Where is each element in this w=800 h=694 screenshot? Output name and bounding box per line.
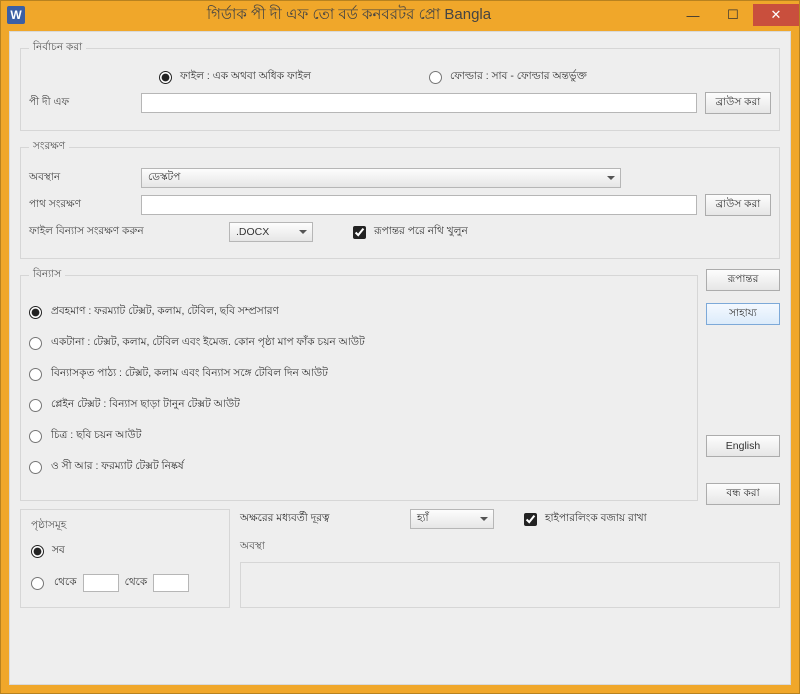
section-select-legend: নির্বাচন করা [29, 40, 86, 57]
pages-box: পৃষ্ঠাসমূহ সব থেকে থেকে [20, 509, 230, 608]
label-format: ফাইল বিন্যাস সংরক্ষণ করুন [29, 224, 229, 241]
status-box [240, 562, 780, 608]
pages-to-label: থেকে [125, 575, 148, 592]
status-label: অবস্থা [240, 539, 780, 556]
layout-continuous[interactable]: একটানা : টেক্সট, কলাম, টেবিল এবং ইমেজ. ক… [29, 335, 689, 352]
label-pdf: পী দী এফ [29, 95, 141, 112]
close-button[interactable]: বন্ধ করা [706, 483, 780, 505]
layout-formatted[interactable]: বিন্যাসকৃত পাঠ্য : টেক্সট, কলাম এবং বিন্… [29, 366, 689, 383]
char-spacing-select[interactable]: হ্যাঁ [410, 509, 494, 529]
convert-button[interactable]: রূপান্তর [706, 269, 780, 291]
english-button[interactable]: English [706, 435, 780, 457]
radio-file[interactable]: ফাইল : এক অথবা অধিক ফাইল [159, 69, 429, 86]
char-spacing-label: অক্ষরের মধ্যবর্তী দূরত্ব [240, 511, 410, 528]
location-select[interactable]: ডেস্কটপ [141, 168, 621, 188]
keep-hyperlinks-checkbox[interactable]: হাইপারলিংক বজায় রাখা [524, 511, 647, 528]
section-save: সংরক্ষণ অবস্থান ডেস্কটপ পাথ সংরক্ষণ ব্রা… [20, 139, 780, 259]
label-savepath: পাথ সংরক্ষণ [29, 197, 141, 214]
pages-all[interactable]: সব [31, 543, 219, 560]
browse-pdf-button[interactable]: ব্রাউস করা [705, 92, 771, 114]
format-select[interactable]: .DOCX [229, 222, 313, 242]
close-window-button[interactable]: ✕ [753, 4, 799, 26]
section-save-legend: সংরক্ষণ [29, 139, 69, 156]
layout-plain[interactable]: প্লেইন টেক্সট : বিন্যাস ছাড়া টানুন টেক্… [29, 397, 689, 414]
page-from-input[interactable] [83, 574, 119, 592]
radio-folder[interactable]: ফোল্ডার : সাব - ফোল্ডার অন্তর্ভুক্ত [429, 69, 587, 86]
minimize-button[interactable]: — [673, 4, 713, 26]
help-button[interactable]: সাহায্য [706, 303, 780, 325]
label-location: অবস্থান [29, 170, 141, 187]
section-layout-legend: বিন্যাস [29, 267, 65, 284]
layout-image[interactable]: চিত্র : ছবি চয়ন আউট [29, 428, 689, 445]
app-icon: W [7, 6, 25, 24]
section-select: নির্বাচন করা ফাইল : এক অথবা অধিক ফাইল ফো… [20, 40, 780, 131]
layout-flowing[interactable]: প্রবহমাণ : ফরম্যাট টেক্সট, কলাম, টেবিল, … [29, 304, 689, 321]
pages-legend: পৃষ্ঠাসমূহ [31, 518, 219, 535]
page-to-input[interactable] [153, 574, 189, 592]
maximize-button[interactable]: ☐ [713, 4, 753, 26]
titlebar: W গির্ডাক পী দী এফ তো বর্ড কনবরটর প্রো B… [1, 1, 799, 29]
section-layout: বিন্যাস প্রবহমাণ : ফরম্যাট টেক্সট, কলাম,… [20, 267, 698, 501]
browse-savepath-button[interactable]: ব্রাউস করা [705, 194, 771, 216]
pages-range[interactable]: থেকে থেকে [31, 574, 219, 592]
savepath-input[interactable] [141, 195, 697, 215]
pdf-path-input[interactable] [141, 93, 697, 113]
open-after-checkbox[interactable]: রূপান্তর পরে নথি খুলুন [353, 224, 468, 241]
layout-ocr[interactable]: ও সী আর : ফরম্যাট টেক্সট নিষ্কর্ষ [29, 459, 689, 476]
window-title: গির্ডাক পী দী এফ তো বর্ড কনবরটর প্রো Ban… [25, 3, 673, 28]
